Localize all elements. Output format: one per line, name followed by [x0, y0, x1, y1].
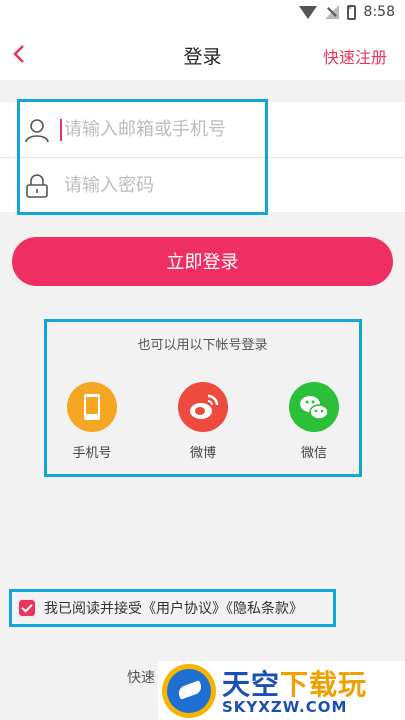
watermark: 天空下载玩 SKYXZW.COM — [158, 661, 405, 720]
login-button[interactable]: 立即登录 — [12, 237, 393, 286]
status-bar: 8:58 — [0, 0, 405, 28]
wifi-icon — [298, 5, 317, 19]
social-highlight-box — [44, 319, 362, 477]
watermark-url: SKYXZW.COM — [222, 698, 348, 716]
bottom-text: 快速 — [127, 670, 155, 686]
status-time: 8:58 — [363, 4, 395, 20]
agreement-highlight-box — [9, 589, 336, 627]
quick-register-link[interactable]: 快速注册 — [323, 44, 387, 68]
form-highlight-box — [17, 99, 268, 215]
watermark-logo-icon — [162, 664, 216, 718]
watermark-title: 天空下载玩 — [222, 668, 368, 701]
battery-icon — [346, 4, 356, 20]
top-bar: 登录 快速注册 — [0, 28, 405, 80]
signal-icon — [324, 5, 339, 19]
